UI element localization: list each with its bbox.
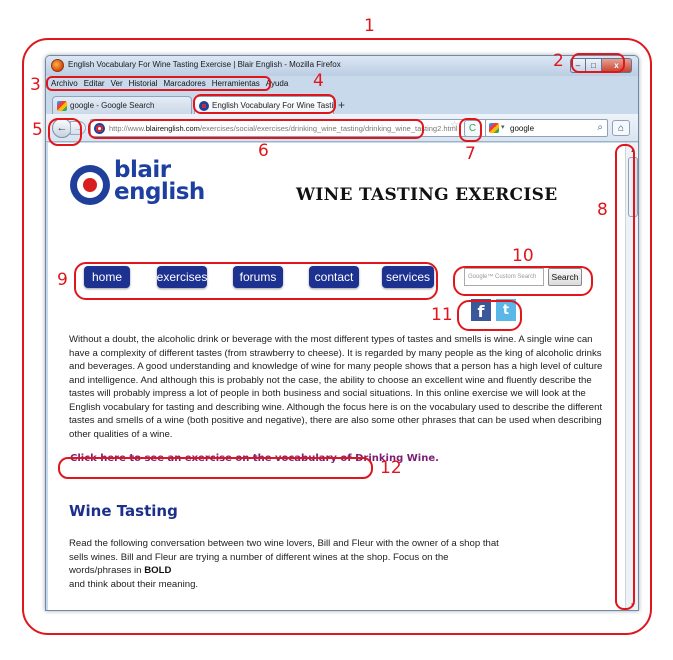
firefox-window: English Vocabulary For Wine Tasting Exer… [45, 55, 639, 611]
nav-services-button[interactable]: services [382, 266, 434, 288]
tab-google-search[interactable]: google - Google Search [52, 96, 192, 114]
forward-button[interactable]: → [70, 121, 86, 135]
site-search-button[interactable]: Search [548, 268, 582, 286]
scroll-thumb[interactable] [628, 157, 638, 217]
google-favicon-icon [57, 100, 67, 111]
tab-label: English Vocabulary For Wine Tasting ... [212, 101, 334, 110]
blair-english-logo[interactable]: blair english [70, 155, 210, 215]
nav-exercises-button[interactable]: exercises [157, 266, 207, 288]
scroll-up-icon[interactable]: ▴ [627, 144, 638, 156]
tab-blair-english[interactable]: English Vocabulary For Wine Tasting ... … [194, 96, 334, 114]
bookmark-star-icon[interactable]: ☆ [450, 120, 459, 131]
vertical-scrollbar[interactable]: ▴ ▾ [625, 143, 638, 610]
site-navigation: home exercises forums contact services [84, 264, 438, 290]
annotation-number-8: 8 [597, 200, 608, 220]
social-links: f t [471, 299, 517, 323]
engine-dropdown-icon[interactable]: ▾ [501, 123, 505, 131]
annotation-number-6: 6 [258, 141, 269, 161]
search-icon[interactable]: ⌕ [597, 122, 603, 133]
annotation-number-12: 12 [380, 458, 402, 478]
page-heading: WINE TASTING EXERCISE [296, 185, 558, 205]
title-bar: English Vocabulary For Wine Tasting Exer… [46, 56, 638, 76]
nav-home-button[interactable]: home [84, 266, 130, 288]
menu-marcadores[interactable]: Marcadores [164, 77, 206, 91]
window-title: English Vocabulary For Wine Tasting Exer… [68, 60, 341, 69]
maximize-button[interactable]: □ [586, 58, 602, 73]
menu-archivo[interactable]: Archivo [51, 77, 78, 91]
twitter-icon[interactable]: t [496, 299, 516, 321]
back-button[interactable]: ← [52, 118, 72, 138]
menu-herramientas[interactable]: Herramientas [212, 77, 260, 91]
firefox-icon [51, 59, 64, 72]
back-forward-buttons: ← → [52, 118, 86, 138]
nav-forums-button[interactable]: forums [233, 266, 283, 288]
window-controls: – □ x [570, 58, 632, 73]
address-bar[interactable]: http://www.blairenglish.com/exercises/so… [90, 119, 490, 137]
tab-strip: google - Google Search English Vocabular… [46, 94, 638, 114]
reload-button[interactable]: C [464, 120, 481, 137]
intro-paragraph: Without a doubt, the alcoholic drink or … [69, 334, 603, 440]
blair-english-favicon-icon [199, 100, 209, 111]
close-button[interactable]: x [602, 58, 632, 73]
menu-editar[interactable]: Editar [84, 77, 105, 91]
annotation-number-5: 5 [32, 120, 43, 140]
target-logo-icon [70, 165, 110, 205]
google-engine-icon[interactable] [489, 123, 499, 133]
page-content: blair english WINE TASTING EXERCISE home … [48, 143, 625, 610]
navigation-toolbar: ← → http://www.blairenglish.com/exercise… [46, 114, 638, 142]
annotation-number-4: 4 [313, 71, 324, 91]
browser-search-box[interactable]: ▾ google ⌕ [485, 119, 608, 137]
menu-ayuda[interactable]: Ayuda [266, 77, 289, 91]
annotation-number-11: 11 [431, 305, 453, 325]
logo-text: blair english [114, 157, 205, 205]
facebook-icon[interactable]: f [471, 299, 491, 321]
minimize-button[interactable]: – [570, 58, 586, 73]
site-identity-icon[interactable] [94, 123, 105, 134]
annotated-screenshot: English Vocabulary For Wine Tasting Exer… [0, 0, 673, 660]
site-search-input[interactable]: Google™ Custom Search [464, 268, 544, 286]
annotation-number-2: 2 [553, 51, 564, 71]
site-search-placeholder: Google™ Custom Search [468, 274, 537, 280]
site-search: Google™ Custom Search Search [464, 268, 582, 288]
annotation-number-3: 3 [30, 75, 41, 95]
menu-ver[interactable]: Ver [111, 77, 123, 91]
home-button[interactable]: ⌂ [612, 120, 630, 136]
annotation-number-1: 1 [364, 16, 375, 36]
section-title: Wine Tasting [69, 502, 178, 520]
menu-historial[interactable]: Historial [129, 77, 158, 91]
search-box-value: google [510, 124, 535, 133]
annotation-number-7: 7 [465, 144, 476, 164]
conversation-intro-paragraph: Read the following conversation between … [69, 538, 499, 590]
url-text: http://www.blairenglish.com/exercises/so… [109, 124, 458, 133]
nav-contact-button[interactable]: contact [309, 266, 359, 288]
annotation-number-10: 10 [512, 246, 534, 266]
new-tab-button[interactable]: + [338, 98, 345, 112]
scroll-down-icon[interactable]: ▾ [627, 599, 638, 610]
menu-bar: Archivo Editar Ver Historial Marcadores … [46, 77, 638, 91]
annotation-number-9: 9 [57, 270, 68, 290]
tab-label: google - Google Search [70, 101, 155, 110]
